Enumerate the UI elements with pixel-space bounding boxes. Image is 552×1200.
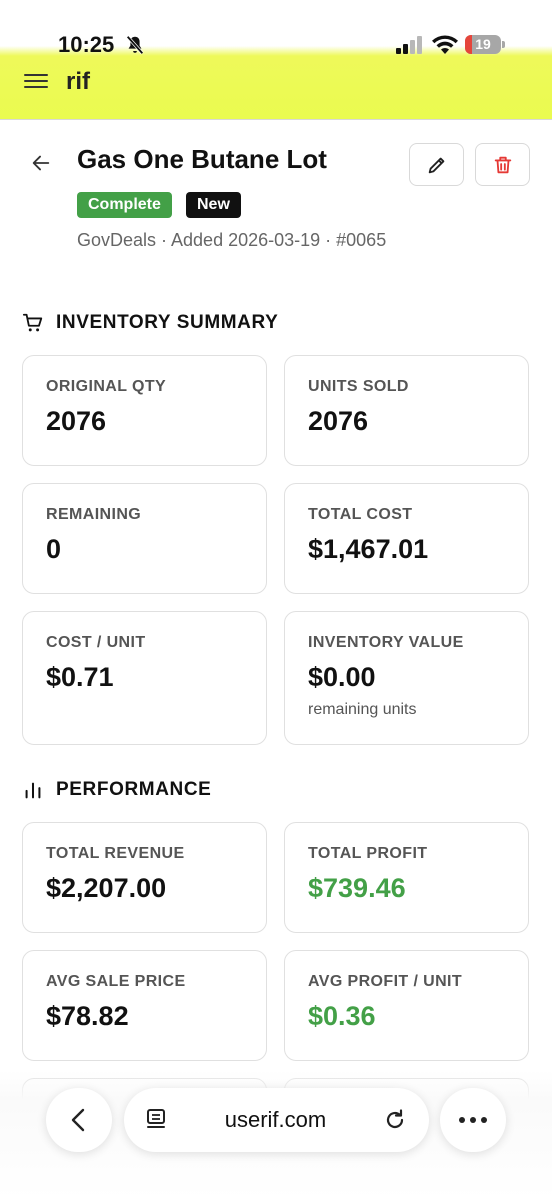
stat-label: TOTAL PROFIT — [308, 845, 428, 862]
bar-chart-icon — [25, 782, 41, 799]
battery-icon: 19 — [465, 35, 501, 54]
stat-value: $0.36 — [308, 1001, 376, 1031]
battery-tip — [502, 41, 505, 48]
stat-card-cost-per-unit: COST / UNIT $0.71 — [22, 611, 267, 745]
delete-button[interactable] — [475, 143, 530, 186]
pencil-icon — [428, 157, 444, 173]
stat-card-total-cost: TOTAL COST $1,467.01 — [284, 483, 529, 594]
stat-value: $739.46 — [308, 873, 406, 903]
status-badge: Complete — [77, 192, 172, 218]
more-icon — [459, 1117, 487, 1123]
stat-label: AVG PROFIT / UNIT — [308, 973, 463, 990]
stat-value: 0 — [46, 534, 62, 564]
stat-value: 2076 — [308, 406, 369, 436]
bell-slash-icon — [126, 35, 144, 55]
stat-label: TOTAL REVENUE — [46, 845, 185, 862]
address-bar[interactable]: userif.com — [124, 1088, 429, 1152]
trash-icon — [494, 156, 511, 173]
cart-icon — [22, 313, 43, 332]
new-badge: New — [186, 192, 241, 218]
stat-card-avg-sale-price: AVG SALE PRICE $78.82 — [22, 950, 267, 1061]
stat-card-inventory-value: INVENTORY VALUE $0.00 remaining units — [284, 611, 529, 745]
stat-value: $2,207.00 — [46, 873, 167, 903]
stat-label: INVENTORY VALUE — [308, 634, 464, 651]
menu-icon[interactable] — [24, 70, 48, 94]
wifi-icon — [432, 35, 458, 54]
reload-icon[interactable] — [383, 1108, 407, 1132]
stat-card-avg-profit-per-unit: AVG PROFIT / UNIT $0.36 — [284, 950, 529, 1061]
stat-label: AVG SALE PRICE — [46, 973, 186, 990]
reader-icon[interactable] — [146, 1108, 168, 1132]
status-time: 10:25 — [58, 32, 115, 57]
stat-card-total-profit: TOTAL PROFIT $739.46 — [284, 822, 529, 933]
edit-button[interactable] — [409, 143, 464, 186]
stat-value: $0.00 — [308, 662, 376, 692]
stat-label: COST / UNIT — [46, 634, 146, 651]
stat-label: TOTAL COST — [308, 506, 413, 523]
item-meta: GovDeals · Added 2026-03-19 · #0065 — [77, 230, 387, 250]
url-text[interactable]: userif.com — [225, 1107, 326, 1133]
browser-back-button[interactable] — [46, 1088, 112, 1152]
chevron-left-icon — [71, 1108, 85, 1132]
status-bar: 10:25 19 — [0, 0, 552, 57]
stat-label: REMAINING — [46, 506, 142, 523]
stat-value: $1,467.01 — [308, 534, 429, 564]
stat-label: ORIGINAL QTY — [46, 378, 167, 395]
battery-percent: 19 — [475, 36, 491, 52]
performance-heading: PERFORMANCE — [22, 779, 211, 801]
brand-logo[interactable]: rif — [66, 68, 90, 96]
app-header: 10:25 19 rif — [0, 0, 552, 120]
section-title: PERFORMANCE — [56, 779, 212, 800]
stat-card-remaining: REMAINING 0 — [22, 483, 267, 594]
page-title: Gas One Butane Lot — [77, 144, 327, 174]
stat-value: $78.82 — [46, 1001, 129, 1031]
stat-card-original-qty: ORIGINAL QTY 2076 — [22, 355, 267, 466]
section-title: INVENTORY SUMMARY — [56, 312, 279, 333]
stat-card-total-revenue: TOTAL REVENUE $2,207.00 — [22, 822, 267, 933]
stat-value: $0.71 — [46, 662, 114, 692]
inventory-summary-heading: INVENTORY SUMMARY — [22, 312, 278, 334]
stat-card-units-sold: UNITS SOLD 2076 — [284, 355, 529, 466]
stat-value: 2076 — [46, 406, 107, 436]
more-options-button[interactable] — [440, 1088, 506, 1152]
signal-icon — [396, 36, 422, 54]
stat-label: UNITS SOLD — [308, 378, 409, 395]
stat-note: remaining units — [308, 701, 417, 718]
back-arrow-icon[interactable] — [30, 152, 52, 174]
